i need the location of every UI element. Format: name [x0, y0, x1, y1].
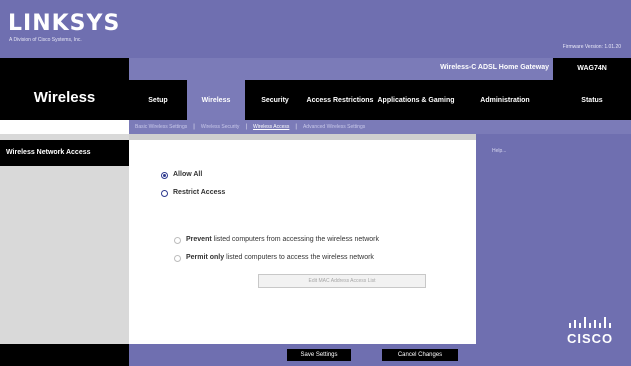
help-link[interactable]: Help...	[492, 148, 506, 154]
content-top-bar	[129, 134, 476, 140]
tab-administration[interactable]: Administration	[457, 80, 553, 120]
section-title: Wireless	[33, 89, 96, 106]
tab-applications-gaming[interactable]: Applications & Gaming	[375, 80, 457, 120]
linksys-logo: LINKSYS	[8, 11, 121, 36]
allow-all-label: Allow All	[173, 171, 203, 178]
restrict-access-radio[interactable]	[161, 190, 168, 197]
model-number: WAG74N	[553, 58, 631, 80]
footer-left	[0, 344, 129, 366]
wireless-network-access-label: Wireless Network Access	[6, 149, 91, 156]
prevent-label: Prevent listed computers from accessing …	[186, 236, 379, 243]
subtab-wireless-access[interactable]: Wireless Access	[253, 124, 289, 130]
subtab-wireless-security[interactable]: Wireless Security	[201, 124, 240, 130]
subtab-separator: |	[245, 124, 247, 130]
subtab-separator: |	[193, 124, 195, 130]
tab-wireless[interactable]: Wireless	[187, 80, 245, 120]
tab-access-restrictions[interactable]: Access Restrictions	[305, 80, 375, 120]
logo-subtitle: A Division of Cisco Systems, Inc.	[9, 37, 82, 43]
main-tabs: Setup Wireless Security Access Restricti…	[129, 80, 631, 120]
footer-right	[476, 344, 631, 366]
restrict-access-label: Restrict Access	[173, 189, 226, 196]
sub-tabs: Basic Wireless Settings | Wireless Secur…	[129, 120, 631, 134]
subtab-basic-wireless[interactable]: Basic Wireless Settings	[135, 124, 187, 130]
tab-security[interactable]: Security	[245, 80, 305, 120]
permit-label: Permit only listed computers to access t…	[186, 254, 374, 261]
product-name: Wireless-C ADSL Home Gateway	[440, 64, 549, 71]
subtab-advanced-wireless[interactable]: Advanced Wireless Settings	[303, 124, 365, 130]
permit-radio[interactable]	[174, 255, 181, 262]
edit-mac-list-button[interactable]: Edit MAC Address Access List	[258, 274, 426, 288]
tab-setup[interactable]: Setup	[129, 80, 187, 120]
allow-all-radio[interactable]	[161, 172, 168, 179]
tab-status[interactable]: Status	[553, 80, 631, 120]
router-admin-page: LINKSYS A Division of Cisco Systems, Inc…	[0, 0, 631, 366]
product-row: Wireless-C ADSL Home Gateway WAG74N	[129, 58, 631, 80]
help-panel	[476, 134, 631, 344]
cancel-changes-button[interactable]: Cancel Changes	[382, 349, 458, 361]
firmware-version: Firmware Version: 1.01.20	[562, 44, 621, 50]
top-banner: LINKSYS A Division of Cisco Systems, Inc…	[0, 0, 631, 58]
subtab-separator: |	[295, 124, 297, 130]
save-settings-button[interactable]: Save Settings	[287, 349, 351, 361]
cisco-bars-icon	[569, 317, 611, 328]
prevent-radio[interactable]	[174, 237, 181, 244]
